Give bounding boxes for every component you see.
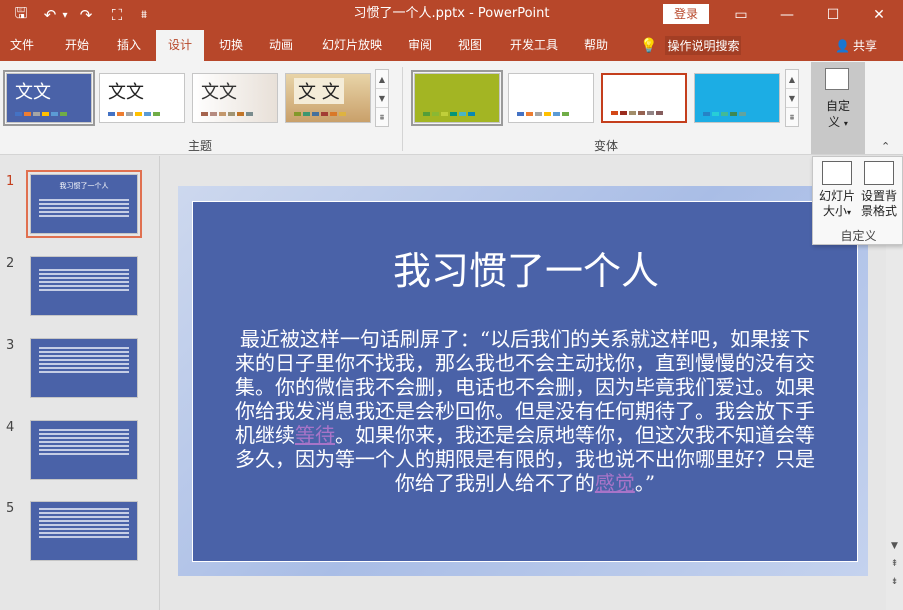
gallery-more-icon[interactable]: ⩩ — [786, 108, 798, 127]
customize-label: 自定 义 ▾ — [825, 99, 850, 129]
customize-dropdown: 幻灯片 大小▾ 设置背 景格式 自定义 — [812, 156, 903, 245]
minimize-button[interactable]: — — [764, 0, 810, 30]
next-slide-icon[interactable]: ⇟ — [888, 576, 901, 589]
person-icon: 👤 — [835, 38, 850, 53]
slide-thumbnail-row[interactable]: 3 — [0, 338, 160, 408]
slide-thumbnail[interactable] — [30, 256, 138, 316]
tab-help[interactable]: 帮助 — [574, 30, 618, 61]
previous-slide-icon[interactable]: ⇞ — [888, 558, 901, 571]
variants-gallery-scroll[interactable]: ▲ ▼ ⩩ — [785, 69, 799, 127]
slide-size-button[interactable]: 幻灯片 大小▾ — [817, 161, 857, 227]
theme-organic[interactable]: 文 文 — [285, 73, 371, 123]
theme-sample-text: 文 文 — [294, 78, 344, 104]
theme-sample-text: 文文 — [108, 82, 144, 103]
share-label: 共享 — [852, 39, 877, 53]
slide-number: 1 — [6, 174, 15, 189]
slide-canvas[interactable]: 我习惯了一个人 最近被这样一句话刷屏了：“以后我们的关系就这样吧，如果接下来的日… — [178, 186, 868, 576]
tab-file[interactable]: 文件 — [0, 30, 44, 61]
variant-swatches — [423, 112, 475, 116]
slide-thumbnail-pane: 1 我习惯了一个人 2 3 4 5 — [0, 156, 160, 610]
customize-icon — [825, 68, 849, 90]
variant-swatches — [703, 112, 755, 116]
slide-title[interactable]: 我习惯了一个人 — [193, 240, 859, 295]
tab-review[interactable]: 审阅 — [398, 30, 442, 61]
ribbon-display-options-icon[interactable]: ▭ — [718, 0, 764, 30]
slide-number: 2 — [6, 256, 15, 271]
hyperlink-text[interactable]: 感觉 — [595, 471, 635, 495]
variant-1[interactable] — [411, 70, 503, 126]
title-bar: 🖫 ↶ ▾ ↷ ⛶ ⩩ 习惯了一个人.pptx - PowerPoint 登录 … — [0, 0, 903, 30]
slide-size-icon — [822, 161, 852, 185]
variant-4[interactable] — [694, 73, 780, 123]
theme-swatches — [201, 112, 253, 116]
login-button[interactable]: 登录 — [663, 4, 709, 24]
theme-office-blue[interactable]: 文文 — [3, 70, 95, 126]
format-background-label-1: 设置背 — [860, 189, 897, 203]
slide-number: 5 — [6, 501, 15, 516]
slide-thumbnail[interactable] — [30, 338, 138, 398]
gallery-up-icon[interactable]: ▲ — [376, 70, 388, 89]
slide-thumbnail-row[interactable]: 2 — [0, 256, 160, 326]
theme-facet[interactable]: 文文 — [192, 73, 278, 123]
format-background-button[interactable]: 设置背 景格式 — [859, 161, 899, 227]
collapse-ribbon-icon[interactable]: ⌃ — [881, 140, 890, 153]
slide-number: 4 — [6, 420, 15, 435]
format-background-icon — [864, 161, 894, 185]
tab-animations[interactable]: 动画 — [258, 30, 304, 61]
slide-editing-area: 我习惯了一个人 最近被这样一句话刷屏了：“以后我们的关系就这样吧，如果接下来的日… — [161, 156, 886, 610]
theme-swatches — [108, 112, 160, 116]
tell-me-label: 操作说明搜索 — [665, 36, 742, 55]
hyperlink-text[interactable]: 等待 — [295, 423, 335, 447]
themes-gallery-scroll[interactable]: ▲ ▼ ⩩ — [375, 69, 389, 127]
lightbulb-icon: 💡 — [640, 37, 658, 54]
tell-me-search[interactable]: 💡 操作说明搜索 — [640, 30, 742, 61]
share-button[interactable]: 👤 共享 — [835, 30, 877, 61]
slide-thumbnail[interactable]: 我习惯了一个人 — [26, 170, 142, 238]
tab-design[interactable]: 设计 — [156, 30, 204, 61]
theme-swatches — [15, 112, 67, 116]
tab-insert[interactable]: 插入 — [106, 30, 152, 61]
slide-thumbnail-row[interactable]: 5 — [0, 501, 160, 571]
close-button[interactable]: ✕ — [856, 0, 902, 30]
customize-button[interactable]: 自定 义 ▾ — [811, 62, 865, 154]
slide-size-label-2: 大小▾ — [822, 204, 852, 218]
variant-swatches — [517, 112, 569, 116]
tab-home[interactable]: 开始 — [54, 30, 100, 61]
ribbon-tabs: 文件 开始 插入 设计 切换 动画 幻灯片放映 审阅 视图 开发工具 帮助 💡 … — [0, 30, 903, 61]
theme-sample-text: 文文 — [15, 82, 51, 103]
slide-size-label-1: 幻灯片 — [818, 189, 855, 203]
slide-content-frame: 我习惯了一个人 最近被这样一句话刷屏了：“以后我们的关系就这样吧，如果接下来的日… — [192, 201, 858, 562]
gallery-down-icon[interactable]: ▼ — [786, 89, 798, 108]
gallery-more-icon[interactable]: ⩩ — [376, 108, 388, 127]
variant-swatches — [611, 111, 663, 115]
slide-thumbnail-row[interactable]: 1 我习惯了一个人 — [0, 170, 160, 244]
slide-number: 3 — [6, 338, 15, 353]
group-separator — [402, 67, 403, 151]
customize-group-label: 自定义 — [840, 229, 877, 243]
theme-swatches — [294, 112, 346, 116]
ribbon-design: 文文 文文 文文 文 文 ▲ ▼ ⩩ 主题 ▲ ▼ ⩩ 变体 — [0, 61, 903, 155]
tab-view[interactable]: 视图 — [448, 30, 492, 61]
tab-developer[interactable]: 开发工具 — [500, 30, 568, 61]
tab-transitions[interactable]: 切换 — [208, 30, 254, 61]
scroll-down-icon[interactable]: ▼ — [888, 540, 901, 553]
slide-body-text[interactable]: 最近被这样一句话刷屏了：“以后我们的关系就这样吧，如果接下来的日子里你不找我，那… — [235, 327, 815, 495]
format-background-label-2: 景格式 — [860, 204, 897, 218]
maximize-button[interactable]: ☐ — [810, 0, 856, 30]
gallery-up-icon[interactable]: ▲ — [786, 70, 798, 89]
slide-thumbnail-row[interactable]: 4 — [0, 420, 160, 490]
theme-sample-text: 文文 — [201, 82, 237, 103]
themes-group-label: 主题 — [187, 139, 212, 153]
slide-thumbnail[interactable] — [30, 420, 138, 480]
slide-thumbnail[interactable] — [30, 501, 138, 561]
gallery-down-icon[interactable]: ▼ — [376, 89, 388, 108]
variant-2[interactable] — [508, 73, 594, 123]
tab-slideshow[interactable]: 幻灯片放映 — [312, 30, 392, 61]
theme-office[interactable]: 文文 — [99, 73, 185, 123]
variant-3[interactable] — [601, 73, 687, 123]
variants-group-label: 变体 — [593, 139, 618, 153]
thumbnail-title: 我习惯了一个人 — [59, 182, 109, 190]
